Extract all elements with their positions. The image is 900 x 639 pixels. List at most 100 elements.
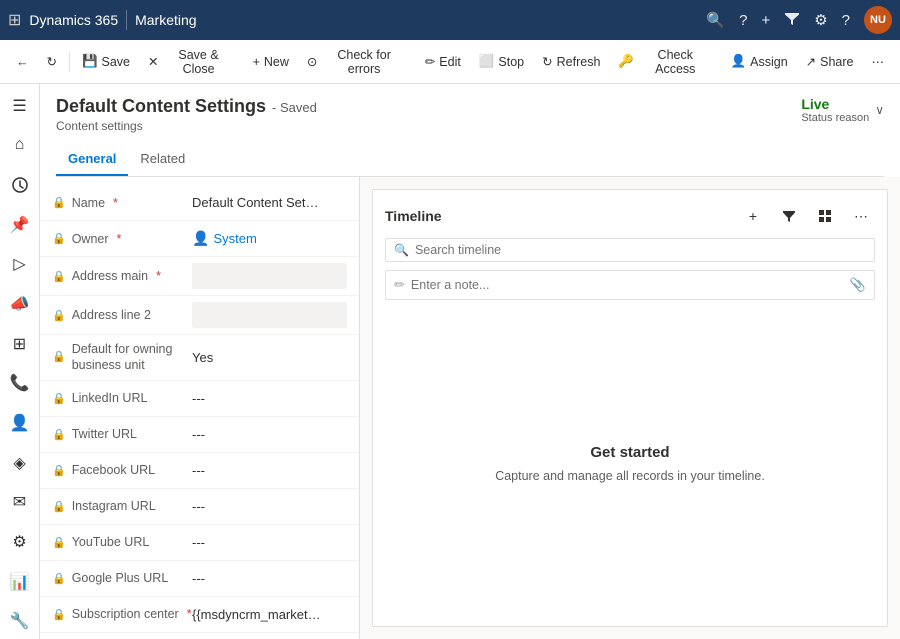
save-close-button[interactable]: ✕ Save & Close: [140, 44, 243, 80]
status-info: Live Status reason: [801, 96, 869, 124]
nav-play[interactable]: ▷: [2, 247, 38, 283]
refresh-icon: ↻: [542, 54, 552, 69]
help-icon[interactable]: ?: [739, 12, 747, 29]
field-value-instagram: ---: [192, 499, 347, 514]
saved-label: - Saved: [272, 100, 317, 115]
stop-icon: ⬜: [479, 54, 495, 69]
timeline-empty-subtitle: Capture and manage all records in your t…: [495, 469, 765, 483]
share-icon: ↗: [806, 54, 816, 69]
new-button[interactable]: + New: [245, 51, 297, 73]
nav-campaign[interactable]: 📣: [2, 286, 38, 322]
status-reason: Status reason: [801, 112, 869, 124]
field-label-address-line2: 🔒 Address line 2: [52, 308, 192, 322]
share-button[interactable]: ↗ Share: [798, 50, 862, 73]
timeline-actions: + ⋯: [739, 202, 875, 230]
settings-icon[interactable]: ⚙: [814, 11, 827, 29]
field-value-default-owning: Yes: [192, 350, 347, 365]
field-row-twitter: 🔒 Twitter URL ---: [40, 417, 359, 453]
timeline-note-input[interactable]: [411, 278, 844, 292]
field-row-name: 🔒 Name * Default Content Setti...: [40, 185, 359, 221]
app-grid-icon[interactable]: ⊞: [8, 10, 21, 30]
nav-leads[interactable]: ◈: [2, 445, 38, 481]
timeline-header: Timeline + ⋯: [385, 202, 875, 230]
nav-hamburger[interactable]: ☰: [2, 88, 38, 124]
lock-icon-youtube: 🔒: [52, 536, 66, 549]
more-button[interactable]: ⋯: [864, 50, 893, 73]
back-icon: ←: [16, 55, 29, 69]
brand-name: Dynamics 365: [29, 12, 118, 28]
stop-button[interactable]: ⬜ Stop: [471, 50, 532, 73]
assign-button[interactable]: 👤 Assign: [723, 50, 796, 73]
timeline-empty-title: Get started: [590, 444, 669, 461]
lock-icon-owner: 🔒: [52, 232, 66, 245]
field-label-default-owning: 🔒 Default for owning business unit: [52, 341, 192, 374]
field-row-default-owning: 🔒 Default for owning business unit Yes: [40, 335, 359, 381]
nav-home[interactable]: ⌂: [2, 128, 38, 164]
left-nav: ☰ ⌂ 📌 ▷ 📣 ⊞ 📞 👤 ◈ ✉ ⚙ 📊 🔧: [0, 84, 40, 639]
field-label-twitter: 🔒 Twitter URL: [52, 427, 192, 441]
field-label-instagram: 🔒 Instagram URL: [52, 499, 192, 513]
tab-related[interactable]: Related: [128, 143, 197, 176]
owner-value: System: [213, 231, 256, 246]
field-value-subscription: {{msdyncrm_marketingp: [192, 607, 322, 622]
timeline-search: 🔍: [385, 238, 875, 262]
field-row-address-line2: 🔒 Address line 2: [40, 296, 359, 335]
timeline-empty: Get started Capture and manage all recor…: [385, 312, 875, 614]
nav-gear[interactable]: ⚙: [2, 524, 38, 560]
field-label-name: 🔒 Name *: [52, 196, 192, 210]
lock-icon-instagram: 🔒: [52, 500, 66, 513]
timeline-search-input[interactable]: [415, 243, 866, 257]
search-icon[interactable]: 🔍: [706, 11, 725, 29]
new-icon: +: [253, 55, 260, 69]
field-row-address-main: 🔒 Address main *: [40, 257, 359, 296]
nav-reports[interactable]: 📊: [2, 564, 38, 600]
lock-icon-twitter: 🔒: [52, 428, 66, 441]
save-close-icon: ✕: [148, 54, 158, 69]
owner-link[interactable]: 👤 System: [192, 230, 257, 247]
nav-phone[interactable]: 📞: [2, 365, 38, 401]
status-area[interactable]: Live Status reason ∨: [801, 96, 884, 124]
back-button[interactable]: ←: [8, 51, 37, 73]
save-button[interactable]: 💾 Save: [74, 50, 138, 73]
nav-recent[interactable]: [2, 167, 38, 203]
chevron-down-icon[interactable]: ∨: [875, 103, 884, 117]
add-icon[interactable]: +: [761, 12, 770, 29]
address-line2-input[interactable]: [192, 302, 347, 328]
lock-icon-address: 🔒: [52, 270, 66, 283]
timeline-add-button[interactable]: +: [739, 202, 767, 230]
check-errors-icon: ⊙: [307, 54, 317, 69]
field-label-youtube: 🔒 YouTube URL: [52, 535, 192, 549]
field-row-instagram: 🔒 Instagram URL ---: [40, 489, 359, 525]
timeline-filter-button[interactable]: [775, 202, 803, 230]
edit-button[interactable]: ✏ Edit: [417, 50, 469, 73]
nav-pinned[interactable]: 📌: [2, 207, 38, 243]
question-icon[interactable]: ?: [842, 12, 850, 29]
timeline-title: Timeline: [385, 208, 442, 224]
lock-icon-address2: 🔒: [52, 309, 66, 322]
timeline-section: Timeline + ⋯ 🔍: [360, 177, 900, 639]
forward-button[interactable]: ↻: [39, 50, 65, 73]
brand-area: Dynamics 365 Marketing: [29, 10, 196, 30]
timeline-attach-icon[interactable]: 📎: [850, 277, 866, 293]
timeline-grid-button[interactable]: [811, 202, 839, 230]
tab-general[interactable]: General: [56, 143, 128, 176]
nav-tools[interactable]: 🔧: [2, 603, 38, 639]
save-icon: 💾: [82, 54, 98, 69]
filter-icon[interactable]: [784, 10, 800, 30]
field-label-owner: 🔒 Owner *: [52, 232, 192, 246]
timeline-more-button[interactable]: ⋯: [847, 202, 875, 230]
lock-icon-name: 🔒: [52, 196, 66, 209]
layout: ☰ ⌂ 📌 ▷ 📣 ⊞ 📞 👤 ◈ ✉ ⚙ 📊 🔧 Default Conten…: [0, 84, 900, 639]
nav-calendar[interactable]: ⊞: [2, 326, 38, 362]
assign-icon: 👤: [731, 54, 747, 69]
refresh-button[interactable]: ↻ Refresh: [534, 50, 608, 73]
check-access-button[interactable]: 🔑 Check Access: [610, 44, 720, 80]
field-row-googleplus: 🔒 Google Plus URL ---: [40, 561, 359, 597]
nav-contacts[interactable]: 👤: [2, 405, 38, 441]
avatar[interactable]: NU: [864, 6, 892, 34]
nav-mail[interactable]: ✉: [2, 484, 38, 520]
address-main-input[interactable]: [192, 263, 347, 289]
field-row-facebook: 🔒 Facebook URL ---: [40, 453, 359, 489]
check-errors-button[interactable]: ⊙ Check for errors: [299, 44, 415, 80]
field-value-facebook: ---: [192, 463, 347, 478]
